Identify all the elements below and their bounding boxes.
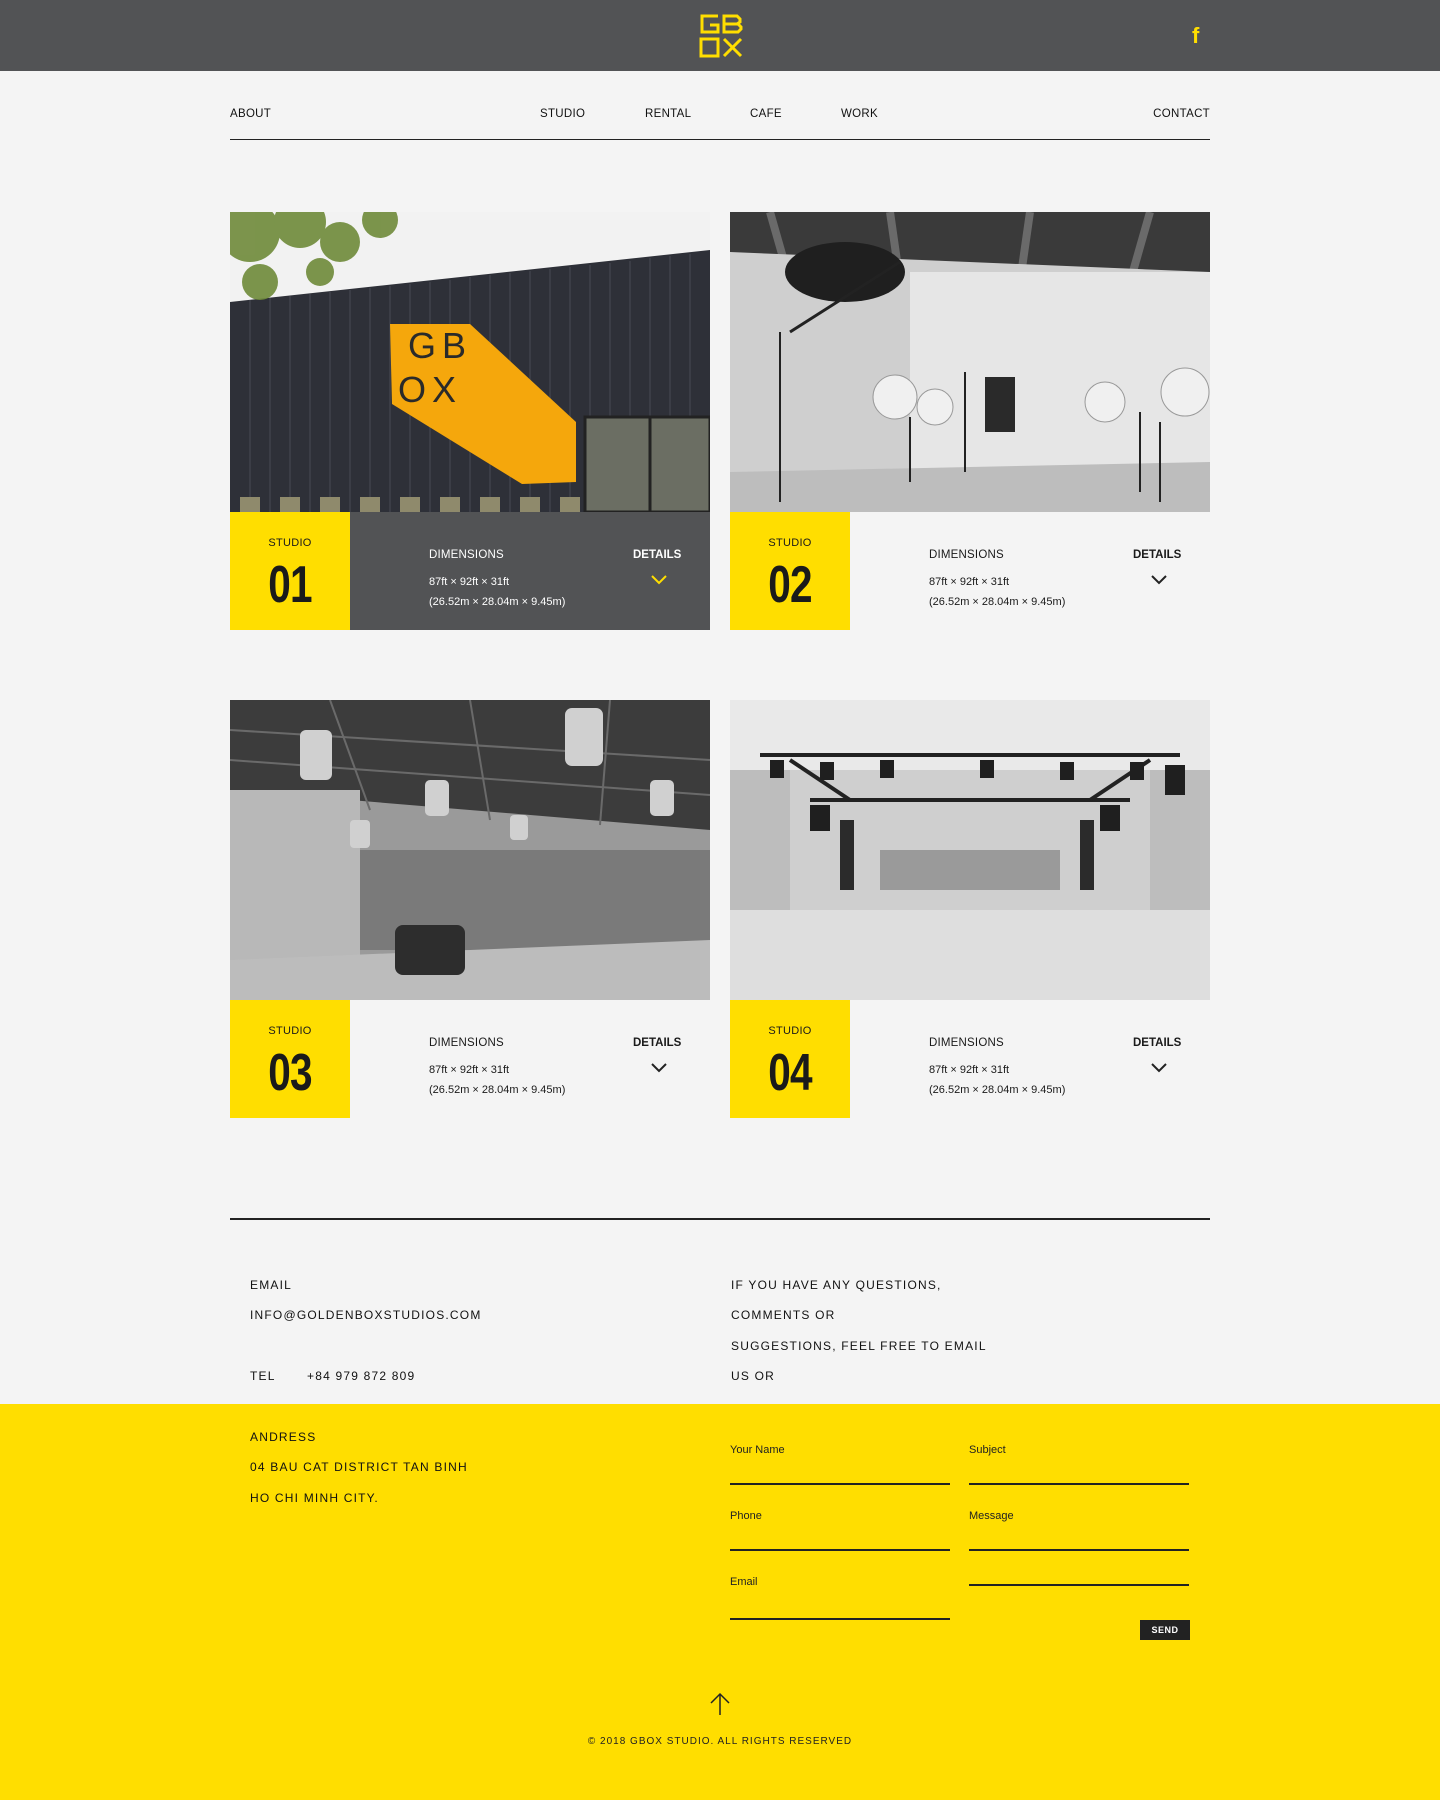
details-button[interactable]: DETAILS: [1133, 549, 1181, 561]
details-button[interactable]: DETAILS: [1133, 1037, 1181, 1049]
details-button[interactable]: DETAILS: [633, 549, 681, 561]
studio-info: DIMENSIONS 87ft × 92ft × 31ft (26.52m × …: [350, 512, 710, 630]
dimensions-imperial: 87ft × 92ft × 31ft: [429, 576, 510, 588]
studio-photo: GB OX: [230, 212, 710, 512]
studio-number-box: STUDIO 01: [230, 512, 350, 630]
dimensions-imperial: 87ft × 92ft × 31ft: [429, 1064, 510, 1076]
studio-label: STUDIO: [268, 1025, 312, 1037]
blurb-line: US OR: [731, 1369, 776, 1383]
nav-cafe[interactable]: CAFE: [750, 108, 782, 120]
your-name-field[interactable]: [730, 1483, 950, 1485]
dimensions-metric: (26.52m × 28.04m × 9.45m): [429, 1084, 566, 1096]
phone-label: Phone: [730, 1510, 762, 1522]
studio-photo: [730, 212, 1210, 512]
studio-number: 04: [768, 1044, 812, 1102]
studio-info: DIMENSIONS 87ft × 92ft × 31ft (26.52m × …: [850, 1000, 1210, 1118]
email-field-label: Email: [730, 1576, 758, 1588]
studio-photo: [230, 700, 710, 1000]
studio-number-box: STUDIO 04: [730, 1000, 850, 1118]
dimensions-imperial: 87ft × 92ft × 31ft: [929, 1064, 1010, 1076]
arrow-up-icon[interactable]: [709, 1692, 731, 1716]
subject-label: Subject: [969, 1444, 1006, 1456]
studio-label: STUDIO: [268, 537, 312, 549]
dimensions-label: DIMENSIONS: [929, 1037, 1004, 1049]
dimensions-label: DIMENSIONS: [929, 549, 1004, 561]
nav-studio[interactable]: STUDIO: [540, 108, 585, 120]
studio-card[interactable]: STUDIO 04 DIMENSIONS 87ft × 92ft × 31ft …: [730, 700, 1210, 1118]
send-button[interactable]: SEND: [1140, 1620, 1190, 1640]
dimensions-metric: (26.52m × 28.04m × 9.45m): [929, 1084, 1066, 1096]
nav-work[interactable]: WORK: [841, 108, 878, 120]
tel-value[interactable]: +84 979 872 809: [307, 1369, 415, 1383]
gbox-logo[interactable]: [698, 13, 744, 59]
studio-card[interactable]: GB OX STUDIO 01 DIMENSIONS 87ft × 92ft ×…: [230, 212, 710, 630]
top-bar: f: [0, 0, 1440, 71]
studio-info: DIMENSIONS 87ft × 92ft × 31ft (26.52m × …: [350, 1000, 710, 1118]
studio-card[interactable]: STUDIO 02 DIMENSIONS 87ft × 92ft × 31ft …: [730, 212, 1210, 630]
copyright: © 2018 GBOX STUDIO. ALL RIGHTS RESERVED: [587, 1736, 853, 1747]
details-button[interactable]: DETAILS: [633, 1037, 681, 1049]
svg-text:GB: GB: [408, 325, 472, 366]
dimensions-imperial: 87ft × 92ft × 31ft: [929, 576, 1010, 588]
chevron-down-icon[interactable]: [650, 574, 668, 586]
message-field[interactable]: [969, 1549, 1189, 1551]
dimensions-label: DIMENSIONS: [429, 1037, 504, 1049]
studio-number: 03: [268, 1044, 312, 1102]
studio-card[interactable]: STUDIO 03 DIMENSIONS 87ft × 92ft × 31ft …: [230, 700, 710, 1118]
address-label: ANDRESS: [250, 1430, 317, 1444]
dimensions-metric: (26.52m × 28.04m × 9.45m): [429, 596, 566, 608]
address-line: HO CHI MINH CITY.: [250, 1491, 379, 1505]
chevron-down-icon[interactable]: [650, 1062, 668, 1074]
blurb-line: COMMENTS OR: [731, 1308, 836, 1322]
blurb-line: SUGGESTIONS, FEEL FREE TO EMAIL: [731, 1339, 987, 1353]
studio-info: DIMENSIONS 87ft × 92ft × 31ft (26.52m × …: [850, 512, 1210, 630]
studio-number: 02: [768, 556, 812, 614]
studio-label: STUDIO: [768, 1025, 812, 1037]
chevron-down-icon[interactable]: [1150, 1062, 1168, 1074]
studio-photo: [730, 700, 1210, 1000]
nav-about[interactable]: ABOUT: [230, 108, 271, 120]
message-field-line[interactable]: [969, 1584, 1189, 1586]
your-name-label: Your Name: [730, 1444, 785, 1456]
email-field[interactable]: [730, 1618, 950, 1620]
dimensions-metric: (26.52m × 28.04m × 9.45m): [929, 596, 1066, 608]
email-label: EMAIL: [250, 1278, 293, 1292]
studio-label: STUDIO: [768, 537, 812, 549]
nav-contact[interactable]: CONTACT: [1153, 108, 1210, 120]
tel-label: TEL: [250, 1369, 276, 1383]
phone-field[interactable]: [730, 1549, 950, 1551]
studio-number-box: STUDIO 03: [230, 1000, 350, 1118]
email-link[interactable]: INFO@GOLDENBOXSTUDIOS.COM: [250, 1308, 482, 1322]
dimensions-label: DIMENSIONS: [429, 549, 504, 561]
message-label: Message: [969, 1510, 1014, 1522]
svg-text:OX: OX: [398, 369, 462, 410]
section-divider: [230, 1218, 1210, 1220]
studio-number-box: STUDIO 02: [730, 512, 850, 630]
studio-number: 01: [268, 556, 312, 614]
blurb-line: IF YOU HAVE ANY QUESTIONS,: [731, 1278, 942, 1292]
nav-rental[interactable]: RENTAL: [645, 108, 691, 120]
facebook-icon[interactable]: f: [1192, 25, 1199, 47]
chevron-down-icon[interactable]: [1150, 574, 1168, 586]
subject-field[interactable]: [969, 1483, 1189, 1485]
address-line: 04 BAU CAT DISTRICT TAN BINH: [250, 1460, 468, 1474]
main-nav: ABOUT STUDIO RENTAL CAFE WORK CONTACT: [230, 106, 1210, 140]
